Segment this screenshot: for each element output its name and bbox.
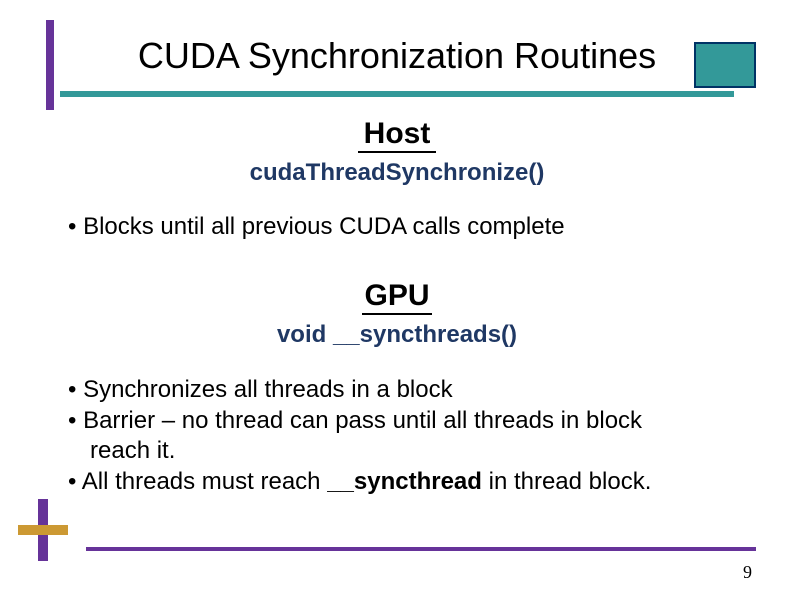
cross-horizontal-icon bbox=[18, 525, 68, 535]
gpu-bullet-2: • Barrier – no thread can pass until all… bbox=[68, 406, 726, 437]
decor-vertical-bar-icon bbox=[46, 20, 54, 110]
gpu-heading: GPU bbox=[68, 279, 726, 313]
bottom-divider-icon bbox=[86, 547, 756, 551]
host-heading: Host bbox=[68, 117, 726, 151]
host-bullet: • Blocks until all previous CUDA calls c… bbox=[68, 213, 726, 241]
gpu-bullets: • Synchronizes all threads in a block • … bbox=[68, 375, 726, 498]
title-area: CUDA Synchronization Routines bbox=[0, 0, 794, 97]
gpu-bullet-3-suffix: in thread block. bbox=[482, 468, 651, 495]
gpu-bullet-3-prefix: • All threads must reach bbox=[68, 468, 327, 495]
host-underline-icon bbox=[358, 151, 436, 153]
gpu-underline-icon bbox=[362, 313, 432, 315]
host-code: cudaThreadSynchronize() bbox=[68, 159, 726, 187]
slide: CUDA Synchronization Routines Host cudaT… bbox=[0, 0, 794, 595]
page-number: 9 bbox=[743, 562, 752, 583]
gpu-bullet-1: • Synchronizes all threads in a block bbox=[68, 375, 726, 406]
slide-title: CUDA Synchronization Routines bbox=[60, 35, 734, 77]
gpu-bullet-2-cont: reach it. bbox=[68, 436, 726, 467]
content-area: Host cudaThreadSynchronize() • Blocks un… bbox=[0, 97, 794, 498]
gpu-code: void __syncthreads() bbox=[68, 321, 726, 349]
gpu-bullet-3: • All threads must reach __syncthread in… bbox=[68, 467, 726, 498]
gpu-bullet-3-bold: __syncthread bbox=[327, 468, 482, 495]
title-divider-icon bbox=[60, 91, 734, 97]
